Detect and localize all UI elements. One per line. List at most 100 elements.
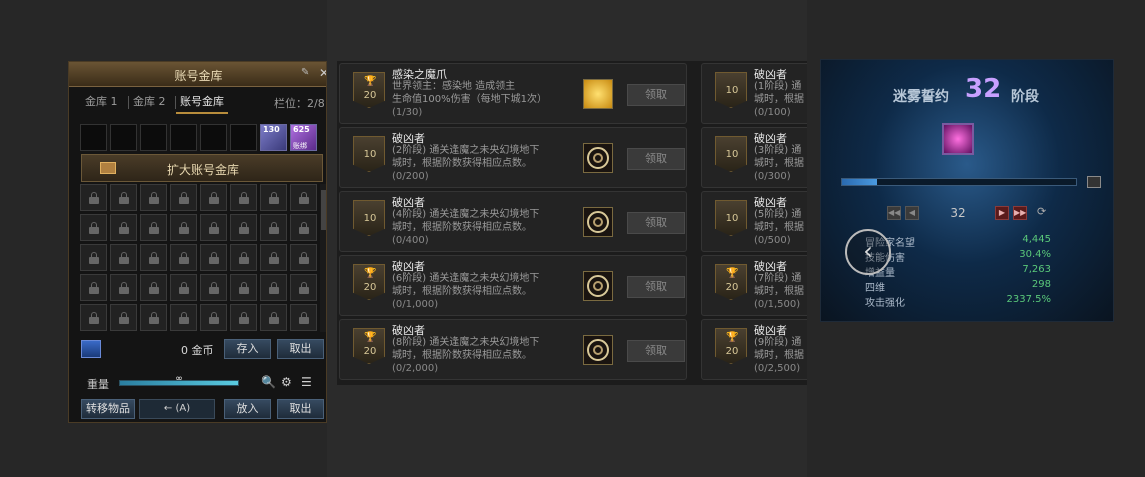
achievement-description-line: 城时，根据 [754, 222, 804, 233]
claim-button[interactable]: 领取 [627, 84, 685, 106]
locked-slot [230, 274, 257, 301]
list-icon[interactable]: ☰ [301, 375, 312, 389]
locked-slot [80, 184, 107, 211]
achievement-description-line: (4阶段) 通关逢魔之未央幻境地下 [392, 209, 540, 220]
page-number: 32 [950, 206, 966, 220]
achievement-points-badge: 10 [353, 136, 385, 172]
lock-icon [89, 192, 99, 204]
contract-reward-icon[interactable] [942, 123, 974, 155]
transfer-items-button[interactable]: 转移物品 [81, 399, 135, 419]
achievement-description: (2阶段) 通关逢魔之未央幻境地下 城时，根据阶数获得相应点数。 [392, 144, 539, 170]
storage-slot[interactable] [230, 124, 257, 151]
storage-slot[interactable] [200, 124, 227, 151]
achievement-points: 20 [725, 346, 739, 357]
locked-slot [170, 274, 197, 301]
chest-icon[interactable] [1087, 176, 1101, 188]
locked-slot [110, 304, 137, 331]
achievement-card: 10 破凶者 (5阶段) 通城时，根据 (0/500) [701, 191, 807, 252]
deposit-button[interactable]: 存入 [224, 339, 271, 359]
lock-icon [119, 192, 129, 204]
lock-icon [179, 252, 189, 264]
storage-titlebar[interactable]: 账号金库 ✎ ✕ [69, 62, 326, 87]
achievement-points: 10 [363, 149, 377, 160]
trophy-icon: 🏆 [726, 268, 739, 279]
lock-icon [209, 282, 219, 294]
pin-icon[interactable]: ✎ [301, 67, 309, 78]
achievement-points: 10 [725, 85, 739, 96]
next-page-icon[interactable]: ▶ [995, 206, 1009, 220]
claim-button[interactable]: 领取 [627, 212, 685, 234]
tab-account-storage[interactable]: 账号金库 [176, 92, 228, 114]
back-arrow-button[interactable]: ‹ [845, 229, 891, 275]
ring-emblem-icon[interactable] [583, 207, 613, 237]
lock-icon [149, 192, 159, 204]
stat-label: 四维 [865, 283, 885, 294]
achievement-description-line: 世界领主：感染地 造成领主 [392, 81, 516, 92]
achievement-points-badge: 10 [715, 72, 747, 108]
lock-icon [179, 312, 189, 324]
achievement-points-badge: 10 [353, 200, 385, 236]
close-icon[interactable]: ✕ [319, 66, 326, 80]
withdraw-button[interactable]: 取出 [277, 339, 324, 359]
gear-icon[interactable]: ⚙ [281, 375, 292, 389]
claim-button[interactable]: 领取 [627, 276, 685, 298]
lock-icon [209, 192, 219, 204]
lock-icon [299, 312, 309, 324]
tab-storage-1[interactable]: 金库 1 [81, 92, 122, 114]
lock-icon [239, 222, 249, 234]
lock-icon [299, 252, 309, 264]
trophy-icon: 🏆 [364, 268, 377, 279]
transfer-shortcut-text: ← (A) [163, 403, 191, 414]
achievement-description: (4阶段) 通关逢魔之未央幻境地下 城时，根据阶数获得相应点数。 [392, 208, 539, 234]
locked-slot [200, 274, 227, 301]
transfer-shortcut-button[interactable]: ← (A) [139, 399, 215, 419]
ring-emblem-icon[interactable] [583, 271, 613, 301]
locked-slot [290, 214, 317, 241]
trophy-icon: 🏆 [364, 332, 377, 343]
achievement-card: 🏆 20 破凶者 (7阶段) 通城时，根据 (0/1,500) [701, 255, 807, 316]
storage-slot[interactable] [110, 124, 137, 151]
achievement-description-line: 城时，根据阶数获得相应点数。 [392, 286, 532, 297]
lock-icon [149, 252, 159, 264]
locked-slot [290, 244, 317, 271]
blue-gem-icon[interactable]: 130 [260, 124, 287, 151]
locked-slot [260, 274, 287, 301]
last-page-icon[interactable]: ▶▶ [1013, 206, 1027, 220]
locked-slot [170, 214, 197, 241]
claim-button[interactable]: 领取 [627, 340, 685, 362]
gold-pouch-icon[interactable] [81, 340, 101, 358]
ring-emblem-icon[interactable] [583, 335, 613, 365]
locked-slot [290, 184, 317, 211]
item-bound-tag: 账绑 [293, 142, 307, 150]
gold-amount: 0 金币 [181, 344, 214, 357]
contract-title: 迷雾誓约 [893, 89, 949, 105]
achievement-description-line: 城时，根据 [754, 94, 804, 105]
achievement-description-line: (6阶段) 通关逢魔之未央幻境地下 [392, 273, 540, 284]
storage-slot[interactable] [80, 124, 107, 151]
refresh-icon[interactable]: ⟳ [1037, 205, 1046, 218]
ring-emblem-icon[interactable] [583, 143, 613, 173]
prev-page-icon[interactable]: ◀ [905, 206, 919, 220]
search-icon[interactable]: 🔍 [261, 375, 276, 389]
achievement-points-badge: 🏆 20 [353, 72, 385, 108]
purple-crystal-icon[interactable]: 625 账绑 [290, 124, 317, 151]
first-page-icon[interactable]: ◀◀ [887, 206, 901, 220]
storage-slot[interactable] [140, 124, 167, 151]
scroll-thumb[interactable] [321, 190, 326, 230]
gold-star-icon[interactable] [583, 79, 613, 109]
lock-icon [179, 222, 189, 234]
contract-stage-number: 32 [965, 74, 1002, 104]
lock-icon [269, 222, 279, 234]
expand-storage-button[interactable]: 扩大账号金库 [81, 154, 323, 182]
tab-storage-2[interactable]: 金库 2 [129, 92, 170, 114]
achievement-description-line: 城时，根据 [754, 286, 804, 297]
take-out-button[interactable]: 取出 [277, 399, 324, 419]
mist-contract-panel: 迷雾誓约 32 阶段 ◀◀ ◀ 32 ▶ ▶▶ ⟳ 冒险家名望 4,445 技能伤害… [820, 59, 1114, 322]
put-in-button[interactable]: 放入 [224, 399, 271, 419]
contract-stage-label: 阶段 [1011, 89, 1039, 105]
storage-scrollbar[interactable] [320, 184, 326, 332]
locked-slot [140, 184, 167, 211]
locked-slot [200, 184, 227, 211]
storage-slot[interactable] [170, 124, 197, 151]
claim-button[interactable]: 领取 [627, 148, 685, 170]
